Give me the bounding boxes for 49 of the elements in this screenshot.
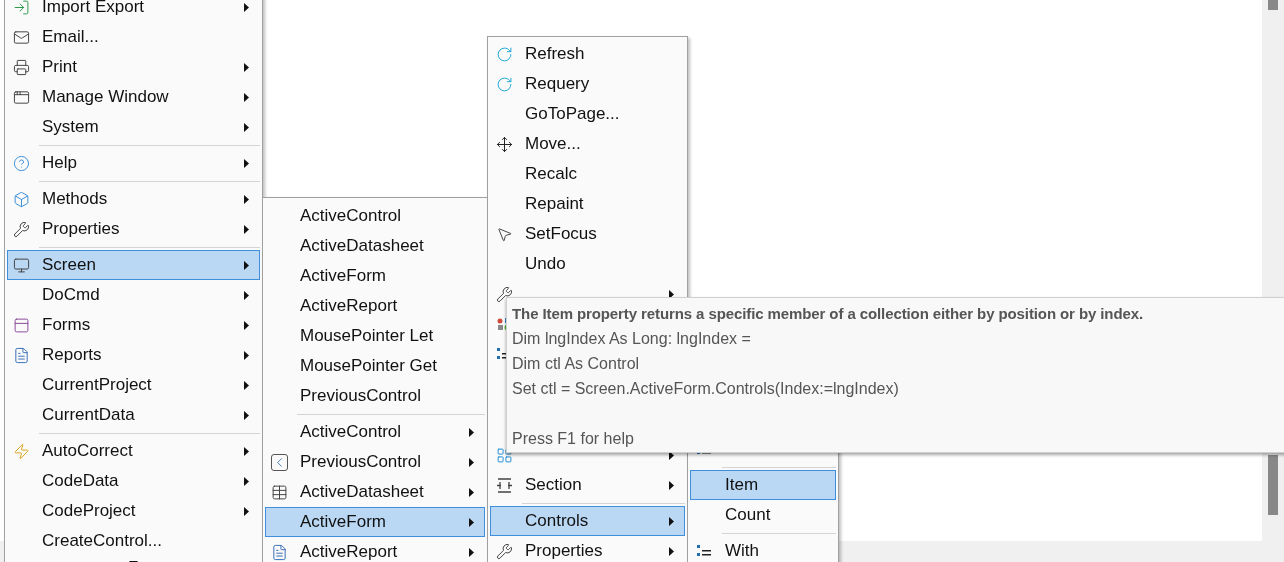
menu-item[interactable]: ActiveControl <box>265 417 485 447</box>
code-line: Dim lngIndex As Long: lngIndex = <box>512 329 752 349</box>
menu-item[interactable]: System <box>7 112 260 142</box>
menu-item[interactable]: ActiveControl <box>265 201 485 231</box>
menu-item[interactable]: GoToPage... <box>490 99 685 129</box>
menu-item[interactable]: SetFocus <box>490 219 685 249</box>
menu-item[interactable]: Email... <box>7 22 260 52</box>
menu-item[interactable]: Item <box>690 470 836 500</box>
menu-item[interactable]: ActiveReport <box>265 291 485 321</box>
menu-item[interactable]: Reports <box>7 340 260 370</box>
menu-item[interactable]: ActiveReport <box>265 537 485 562</box>
menu-item[interactable]: Count <box>690 500 836 530</box>
menu-item[interactable]: DoCmd <box>7 280 260 310</box>
help-hint: Press F1 for help <box>512 429 635 449</box>
menu-item[interactable]: Refresh <box>490 39 685 69</box>
menu-item[interactable]: Import Export <box>7 0 260 22</box>
menu-item[interactable]: Section <box>490 470 685 500</box>
menu-item[interactable]: Screen <box>7 250 260 280</box>
menu-item[interactable]: CurrentProject <box>7 370 260 400</box>
menu-item[interactable]: Help <box>7 148 260 178</box>
tooltip-title: The Item property returns a specific member of a collection either by position or by index. <box>512 304 1145 324</box>
menu-item[interactable]: Forms <box>7 310 260 340</box>
menu-item[interactable]: Repaint <box>490 189 685 219</box>
menu-item[interactable]: CodeProject <box>7 496 260 526</box>
menu-item[interactable]: CurrentData <box>7 400 260 430</box>
menu-item[interactable]: Print <box>7 52 260 82</box>
code-line: Dim ctl As Control <box>512 354 641 374</box>
menu-item[interactable]: ActiveForm <box>265 261 485 291</box>
menu-item[interactable]: Move... <box>490 129 685 159</box>
menu-item[interactable]: PreviousControl <box>265 447 485 477</box>
menu-item[interactable]: Properties <box>490 536 685 562</box>
code-line: Set ctl = Screen.ActiveForm.Controls(Index:=lngIndex) <box>512 379 900 399</box>
menu-item[interactable]: PreviousControl <box>265 381 485 411</box>
menu-item[interactable]: Undo <box>490 249 685 279</box>
menu-item[interactable]: With <box>690 536 836 562</box>
menu-item[interactable]: Recalc <box>490 159 685 189</box>
menu-item[interactable]: ActiveDatasheet <box>265 477 485 507</box>
menu-item[interactable]: CodeData <box>7 466 260 496</box>
menu-item[interactable]: Manage Window <box>7 82 260 112</box>
menu-item[interactable]: CreateControl... <box>7 526 260 556</box>
menu-item[interactable]: ActiveDatasheet <box>265 231 485 261</box>
menu-item[interactable]: Requery <box>490 69 685 99</box>
menu-item[interactable]: MousePointer Let <box>265 321 485 351</box>
menu-item[interactable]: ActiveForm <box>265 507 485 537</box>
menu-item[interactable]: Controls <box>490 506 685 536</box>
menu-item[interactable]: MousePointer Get <box>265 351 485 381</box>
menu-item[interactable]: Properties <box>7 214 260 244</box>
menu-item[interactable]: Methods <box>7 184 260 214</box>
menu-item[interactable]: AutoCorrect <box>7 436 260 466</box>
